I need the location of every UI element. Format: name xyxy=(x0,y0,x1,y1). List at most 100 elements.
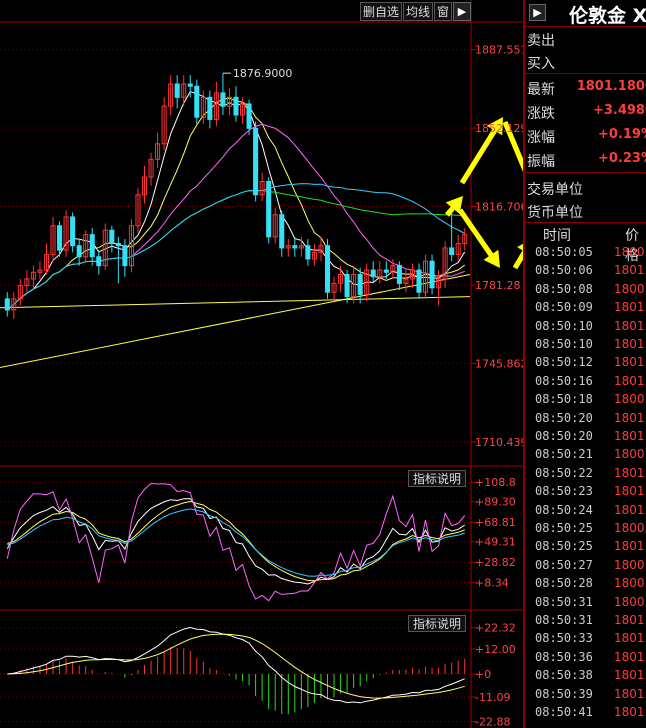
quote-label: 涨幅 xyxy=(527,130,555,146)
tick-price: 1801.1 xyxy=(614,337,646,351)
tick-price: 1801.0 xyxy=(614,613,646,627)
y-tick-label: +0 xyxy=(475,668,491,681)
quote-label: 卖出 xyxy=(527,33,555,49)
tick-time: 08:50:25 xyxy=(535,539,593,554)
tick-price: 1801.0 xyxy=(614,263,646,278)
tick-time: 08:50:31 xyxy=(535,594,593,609)
y-tick-label: 1781.28 xyxy=(475,279,521,292)
tick-price: 1800.9 xyxy=(614,557,646,572)
arrow-annotation xyxy=(457,208,500,268)
quote-row: 卖出 xyxy=(527,27,646,50)
candle-body xyxy=(357,274,363,295)
y-tick-label: +108.8 xyxy=(475,476,516,489)
y-tick-label: 1887.551 xyxy=(475,44,523,57)
tick-time: 08:50:16 xyxy=(535,373,593,388)
tick-price: 1800.9 xyxy=(614,576,646,591)
tick-time: 08:50:41 xyxy=(535,705,593,719)
tick-time: 08:50:20 xyxy=(535,429,593,443)
quote-label: 货币单位 xyxy=(527,205,583,221)
play-icon[interactable]: ▶ xyxy=(453,2,471,21)
candle-body xyxy=(416,269,422,293)
tick-price: 1801.1 xyxy=(614,705,646,719)
candle-body xyxy=(429,260,435,289)
instrument-title: 伦敦金 xyxy=(569,5,627,27)
divider xyxy=(525,222,646,223)
quote-label: 振幅 xyxy=(527,154,555,170)
moving-average-button[interactable]: 均线 xyxy=(403,2,433,21)
tick-price: 1800.8 xyxy=(614,447,646,462)
ma60-line xyxy=(6,189,465,311)
kdj-help-button[interactable]: 指标说明 xyxy=(408,470,467,487)
arrow-shape xyxy=(512,243,523,270)
moving-average-lines xyxy=(6,90,466,311)
play-icon[interactable]: ▶ xyxy=(529,4,546,21)
delete-watchlist-button[interactable]: 删自选 xyxy=(360,2,402,21)
quote-row: 涨跌 +3.4980 xyxy=(527,100,646,123)
ma40-line xyxy=(6,183,465,311)
quote-row: 货币单位 xyxy=(527,199,646,222)
tick-time: 08:50:09 xyxy=(535,300,593,315)
quote-row: 最新 1801.1800 xyxy=(527,76,646,99)
ma5-line xyxy=(6,90,466,311)
tick-time: 08:50:21 xyxy=(535,447,593,462)
trend-line xyxy=(0,296,471,309)
arrow-shape xyxy=(457,208,500,268)
tick-time: 08:50:20 xyxy=(535,410,593,425)
divider xyxy=(525,73,646,74)
tick-price: 1801.1 xyxy=(614,668,646,683)
candle-body xyxy=(76,245,82,258)
tick-time-header: 时间 xyxy=(543,228,571,244)
macd-lines xyxy=(7,626,465,704)
quote-value: +3.4980 xyxy=(592,103,646,118)
candlestick-series xyxy=(4,73,468,319)
ma10-line xyxy=(6,97,466,311)
candle-body xyxy=(187,83,193,87)
window-button[interactable]: 窗 xyxy=(434,2,452,21)
y-tick-label: 1710.439 xyxy=(475,436,523,449)
candle-body xyxy=(115,243,121,247)
candle-body xyxy=(70,216,76,247)
quote-value: +0.19% xyxy=(598,127,646,142)
tick-time: 08:50:06 xyxy=(535,263,593,278)
y-tick-label: +49.31 xyxy=(475,536,516,549)
candle-body xyxy=(266,180,272,238)
tick-time: 08:50:10 xyxy=(535,337,593,351)
tick-price: 1801.0 xyxy=(614,484,646,499)
peak-label: 1876.9000 xyxy=(233,67,292,80)
tick-time: 08:50:22 xyxy=(535,465,593,480)
tick-time: 08:50:18 xyxy=(535,392,593,407)
candle-body xyxy=(396,265,402,284)
tick-time: 08:50:28 xyxy=(535,576,593,591)
quote-label: 最新 xyxy=(527,82,555,98)
tick-price: 1800.9 xyxy=(614,281,646,296)
y-tick-label: 1745.862 xyxy=(475,357,523,370)
tick-price: 1801.0 xyxy=(614,429,646,443)
tick-time: 08:50:25 xyxy=(535,521,593,535)
candle-body xyxy=(383,269,389,273)
candle-body xyxy=(89,234,95,258)
quote-value: +0.23% xyxy=(598,151,646,166)
tick-time: 08:50:31 xyxy=(535,613,593,627)
macd-help-button[interactable]: 指标说明 xyxy=(408,615,467,632)
candle-body xyxy=(57,225,63,251)
y-tick-label: +89.30 xyxy=(475,496,516,509)
quote-title-bar: ▶ 伦敦金 X xyxy=(525,0,646,27)
candle-body xyxy=(194,85,200,118)
tick-time: 08:50:12 xyxy=(535,355,593,370)
tick-price: 1801.1 xyxy=(614,355,646,370)
quote-label: 买入 xyxy=(527,56,555,72)
tick-time: 08:50:39 xyxy=(535,686,593,701)
y-tick-label: 1852.129 xyxy=(475,122,523,135)
y-tick-label: +28.82 xyxy=(475,556,516,569)
y-tick-label: -11.09 xyxy=(475,691,510,704)
y-tick-label: -22.88 xyxy=(475,716,510,728)
quote-value: 1801.1800 xyxy=(576,79,646,94)
tick-time: 08:50:27 xyxy=(535,557,593,572)
candle-body xyxy=(246,103,252,129)
candle-body xyxy=(174,83,180,98)
y-tick-label: +12.00 xyxy=(475,643,516,656)
tick-price: 1800.9 xyxy=(614,594,646,609)
tick-price: 1800.8 xyxy=(614,245,646,259)
tick-time: 08:50:38 xyxy=(535,668,593,683)
candle-body xyxy=(370,269,376,278)
